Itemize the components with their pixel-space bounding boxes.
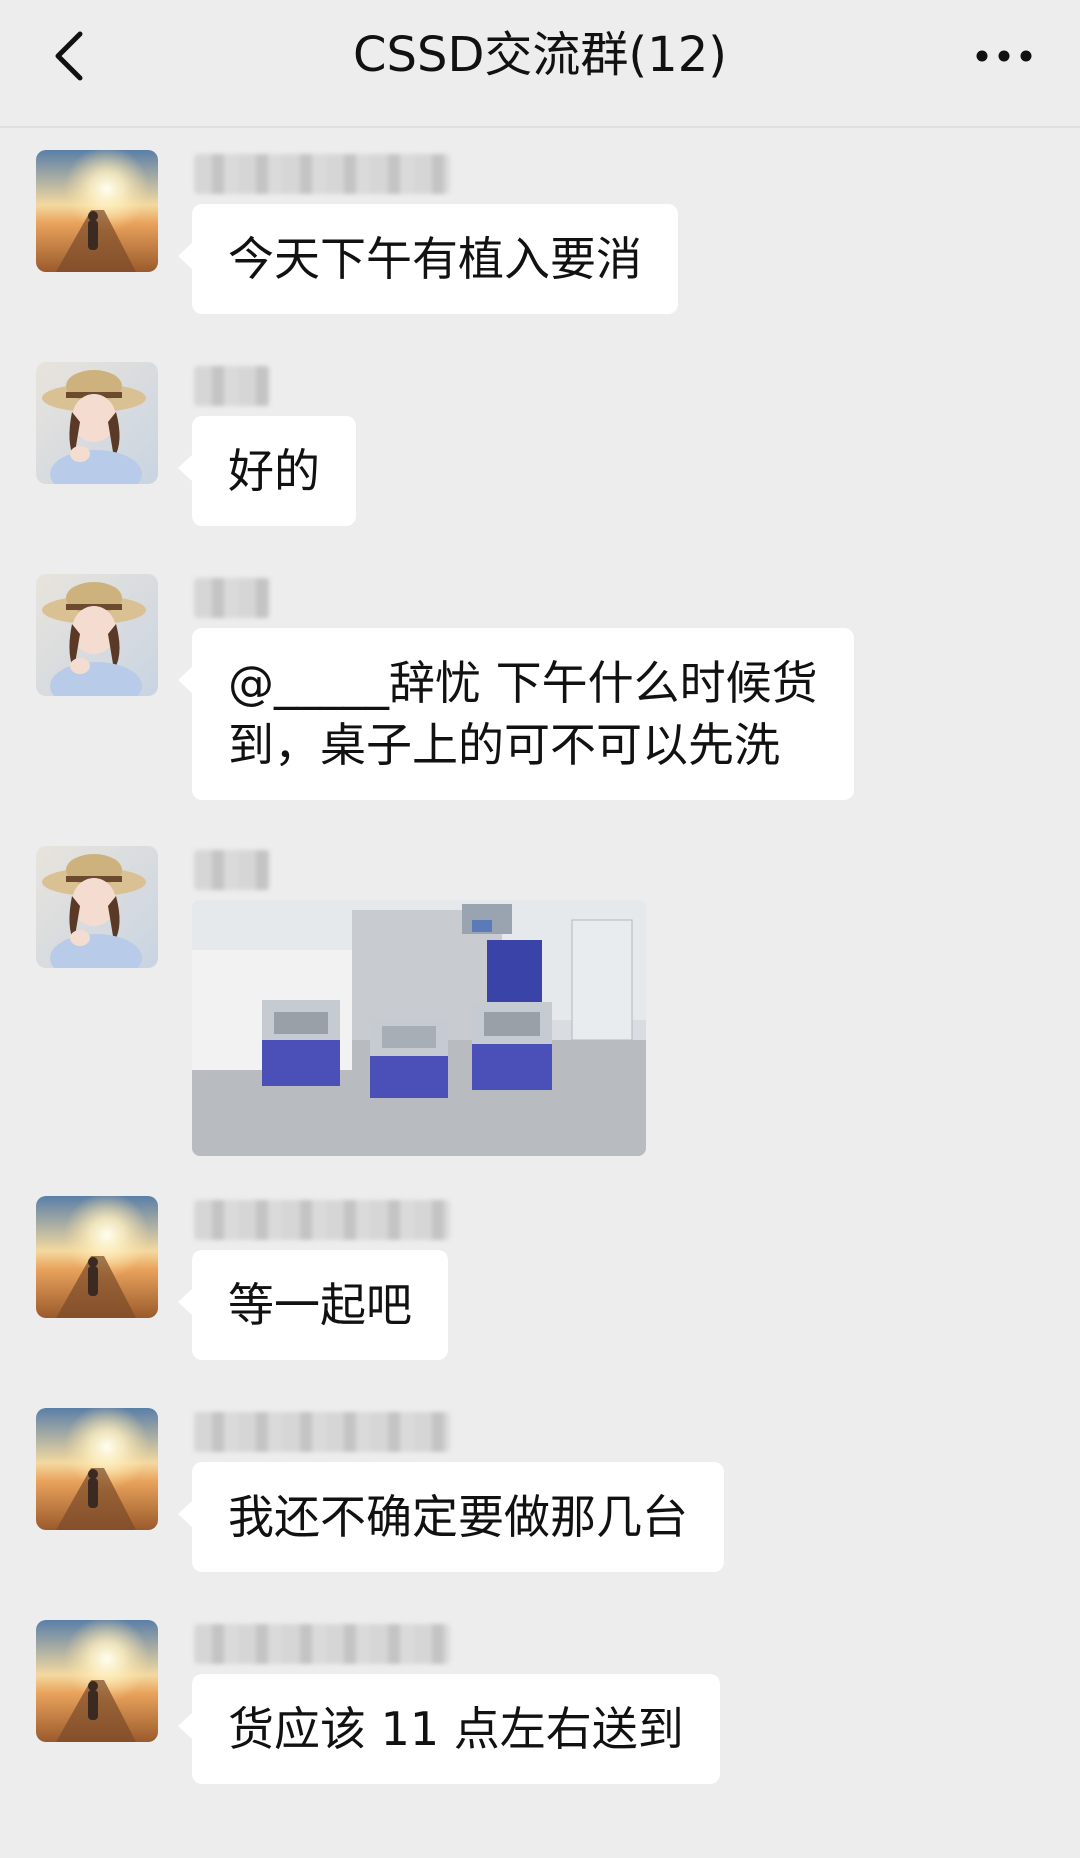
sender-name-blurred	[194, 1624, 450, 1664]
photo-instrument-containers[interactable]	[192, 900, 646, 1156]
sunset-road-avatar[interactable]	[36, 1620, 158, 1742]
message-bubble[interactable]: 好的	[178, 416, 356, 526]
sender-name-blurred	[194, 154, 450, 194]
message-bubble[interactable]: @_____辞忧 下午什么时候货 到，桌子上的可不可以先洗	[178, 628, 854, 800]
sender-name-blurred	[194, 1412, 450, 1452]
girl-straw-hat-avatar[interactable]	[36, 362, 158, 484]
message-line: @_____辞忧 下午什么时候货	[228, 656, 818, 710]
sunset-road-avatar[interactable]	[36, 1196, 158, 1318]
message-line: 到，桌子上的可不可以先洗	[228, 718, 780, 772]
chat-title: CSSD交流群(12)	[353, 27, 727, 83]
more-dots-icon	[976, 50, 1032, 62]
sender-name-blurred	[194, 1200, 450, 1240]
sunset-road-avatar[interactable]	[36, 1408, 158, 1530]
message-bubble[interactable]: 我还不确定要做那几台	[178, 1462, 724, 1572]
girl-straw-hat-avatar[interactable]	[36, 574, 158, 696]
sunset-road-avatar[interactable]	[36, 150, 158, 272]
more-button[interactable]	[964, 26, 1044, 86]
message-bubble[interactable]: 货应该 11 点左右送到	[178, 1674, 720, 1784]
sender-name-blurred	[194, 850, 270, 890]
message-bubble[interactable]: 等一起吧	[178, 1250, 448, 1360]
message-bubble[interactable]: 今天下午有植入要消	[178, 204, 678, 314]
girl-straw-hat-avatar[interactable]	[36, 846, 158, 968]
sender-name-blurred	[194, 366, 270, 406]
sender-name-blurred	[194, 578, 270, 618]
chat-header: CSSD交流群(12)	[0, 0, 1080, 128]
